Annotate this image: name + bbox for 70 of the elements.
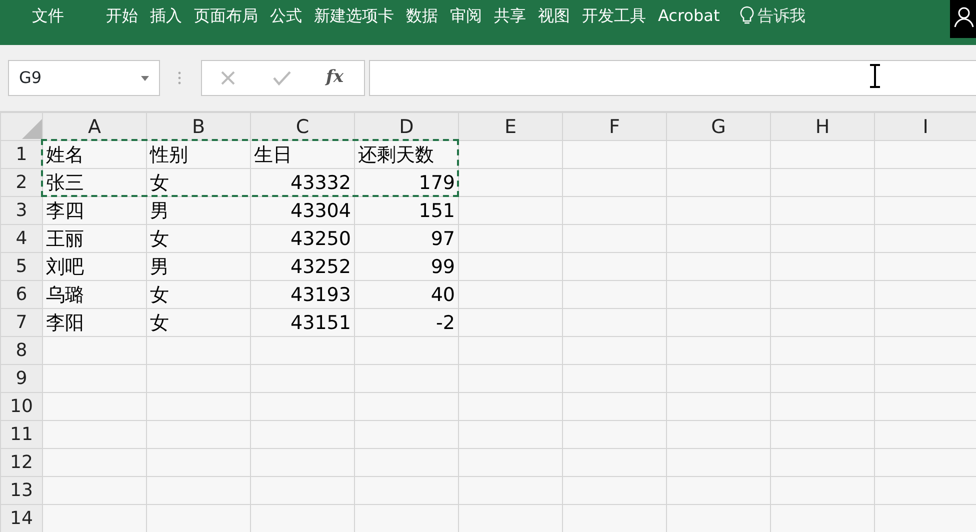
- table-cell: 43151: [250, 308, 354, 336]
- ribbon-tab[interactable]: 数据: [400, 0, 444, 28]
- table-cell: 李阳: [42, 308, 146, 336]
- row-header[interactable]: 3: [0, 196, 42, 224]
- ribbon-tab[interactable]: Acrobat: [652, 0, 726, 28]
- insert-function-button[interactable]: fx: [326, 65, 344, 91]
- row-header[interactable]: 13: [0, 476, 42, 504]
- name-box[interactable]: G9: [8, 60, 160, 96]
- ribbon-tab[interactable]: 公式: [264, 0, 308, 28]
- grip-icon: [178, 71, 181, 85]
- tell-me-field[interactable]: 告诉我: [740, 0, 806, 28]
- row-header[interactable]: 10: [0, 392, 42, 420]
- table-cell: 43304: [250, 196, 354, 224]
- table-cell: 43193: [250, 280, 354, 308]
- row-header[interactable]: 8: [0, 336, 42, 364]
- table-cell: 王丽: [42, 224, 146, 252]
- table-cell: 男: [146, 252, 250, 280]
- formula-input[interactable]: [369, 60, 976, 96]
- column-header[interactable]: E: [458, 112, 562, 140]
- row-header[interactable]: 1: [0, 140, 42, 168]
- table-cell: 151: [354, 196, 458, 224]
- account-button[interactable]: [950, 0, 976, 38]
- row-header[interactable]: 14: [0, 504, 42, 532]
- column-header[interactable]: C: [250, 112, 354, 140]
- column-header[interactable]: F: [562, 112, 666, 140]
- text-cursor-icon: [868, 64, 882, 88]
- row-header[interactable]: 12: [0, 448, 42, 476]
- ribbon-tab[interactable]: 页面布局: [188, 0, 264, 28]
- row-header[interactable]: 6: [0, 280, 42, 308]
- row-header[interactable]: 7: [0, 308, 42, 336]
- table-cell: 99: [354, 252, 458, 280]
- file-menu-tab[interactable]: 文件: [26, 0, 70, 28]
- ribbon-tab[interactable]: 开发工具: [576, 0, 652, 28]
- column-header[interactable]: I: [874, 112, 976, 140]
- column-header[interactable]: H: [770, 112, 874, 140]
- check-icon[interactable]: [272, 70, 292, 86]
- cancel-icon[interactable]: [220, 70, 236, 86]
- table-cell: 女: [146, 308, 250, 336]
- column-header[interactable]: G: [666, 112, 770, 140]
- table-cell: 男: [146, 196, 250, 224]
- row-header[interactable]: 9: [0, 364, 42, 392]
- ribbon-tab[interactable]: 视图: [532, 0, 576, 28]
- ribbon-tab[interactable]: 新建选项卡: [308, 0, 400, 28]
- table-cell: 女: [146, 280, 250, 308]
- ribbon-tab[interactable]: 审阅: [444, 0, 488, 28]
- ribbon-tab[interactable]: 开始: [100, 0, 144, 28]
- corner-triangle-icon[interactable]: [22, 118, 42, 138]
- table-cell: 43332: [250, 168, 354, 196]
- ribbon-tab[interactable]: 插入: [144, 0, 188, 28]
- table-cell: 43250: [250, 224, 354, 252]
- row-header[interactable]: 4: [0, 224, 42, 252]
- table-cell: 女: [146, 168, 250, 196]
- table-cell: 李四: [42, 196, 146, 224]
- column-header[interactable]: D: [354, 112, 458, 140]
- row-header[interactable]: 11: [0, 420, 42, 448]
- lightbulb-icon: [740, 6, 754, 26]
- table-cell: 女: [146, 224, 250, 252]
- table-cell: 刘吧: [42, 252, 146, 280]
- row-header[interactable]: 2: [0, 168, 42, 196]
- table-cell: 43252: [250, 252, 354, 280]
- row-header[interactable]: 5: [0, 252, 42, 280]
- table-cell: 97: [354, 224, 458, 252]
- column-header[interactable]: A: [42, 112, 146, 140]
- ribbon-tab[interactable]: 共享: [488, 0, 532, 28]
- column-header[interactable]: B: [146, 112, 250, 140]
- dropdown-icon[interactable]: [141, 76, 149, 80]
- table-cell: -2: [354, 308, 458, 336]
- table-cell: 乌璐: [42, 280, 146, 308]
- table-cell: 40: [354, 280, 458, 308]
- user-icon: [954, 6, 974, 28]
